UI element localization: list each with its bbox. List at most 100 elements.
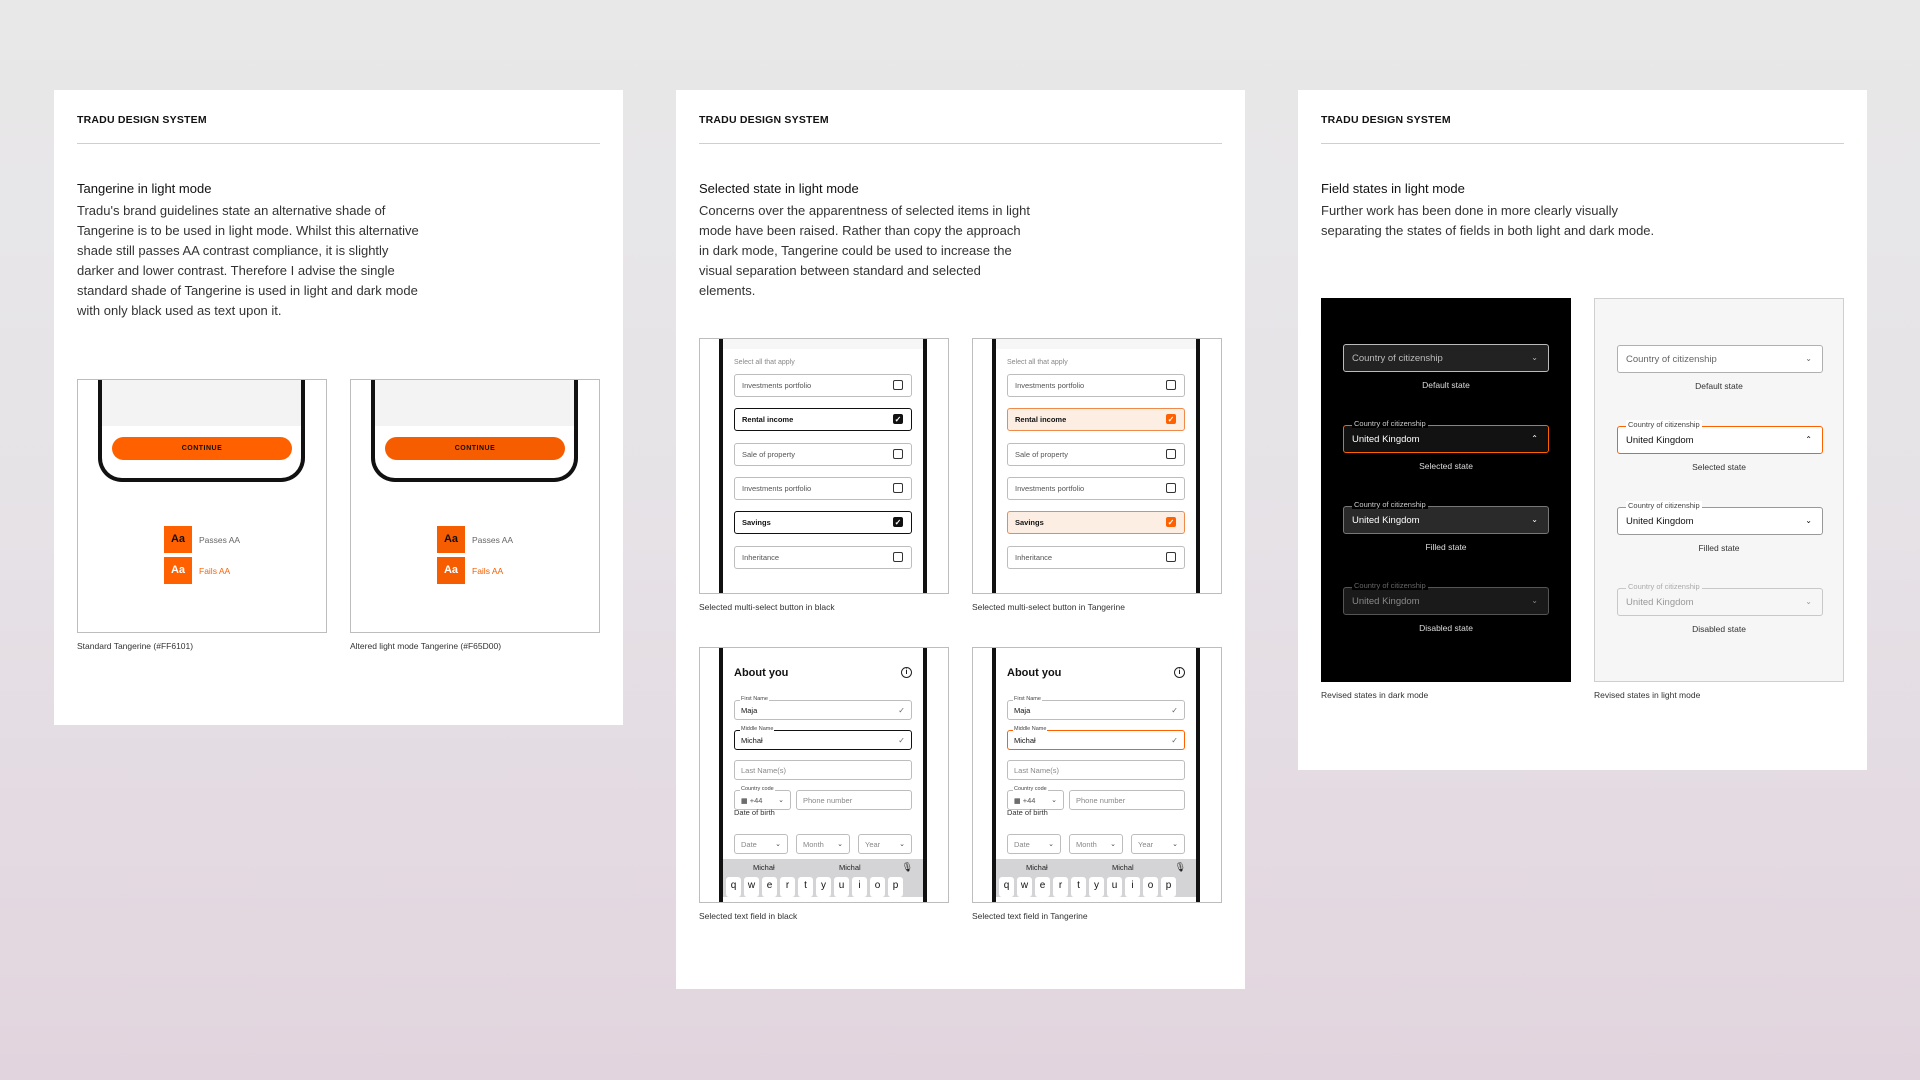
info-icon[interactable]: i [901, 667, 912, 678]
key-w[interactable]: w [744, 877, 759, 897]
checkbox[interactable] [893, 552, 903, 562]
key-i[interactable]: i [1125, 877, 1140, 897]
first-name-field[interactable]: First Name Maja ✓ [734, 696, 912, 720]
key-o[interactable]: o [870, 877, 885, 897]
checkbox[interactable] [1166, 552, 1176, 562]
keyboard-suggestions: Michał Michal 🎙 [996, 859, 1196, 877]
country-field-selected[interactable]: Country of citizenship United Kingdom ⌃ [1617, 420, 1823, 454]
country-field-default[interactable]: Country of citizenship ⌄ [1617, 345, 1823, 373]
option-investments-portfolio[interactable]: Investments portfolio [734, 374, 912, 397]
suggestion[interactable]: Michał [753, 863, 775, 872]
key-p[interactable]: p [888, 877, 903, 897]
phone-number-field[interactable]: Phone number [796, 790, 912, 810]
option-investments-portfolio-2[interactable]: Investments portfolio [1007, 477, 1185, 500]
continue-button[interactable]: CONTINUE [112, 437, 292, 460]
country-field-selected[interactable]: Country of citizenship United Kingdom ⌃ [1343, 419, 1549, 453]
continue-button[interactable]: CONTINUE [385, 437, 565, 460]
option-label: Inheritance [742, 553, 780, 562]
checkbox[interactable] [1166, 380, 1176, 390]
checkbox[interactable] [1166, 483, 1176, 493]
month-select[interactable]: Month ⌄ [1069, 834, 1123, 854]
key-t[interactable]: t [798, 877, 813, 897]
checkbox[interactable] [1166, 449, 1176, 459]
option-investments-portfolio[interactable]: Investments portfolio [1007, 374, 1185, 397]
date-select[interactable]: Date ⌄ [734, 834, 788, 854]
date-select[interactable]: Date ⌄ [1007, 834, 1061, 854]
key-t[interactable]: t [1071, 877, 1086, 897]
key-i[interactable]: i [852, 877, 867, 897]
state-label: Selected state [1419, 461, 1473, 471]
field-label: Middle Name [1013, 726, 1048, 733]
country-field-filled[interactable]: Country of citizenship United Kingdom ⌄ [1617, 501, 1823, 535]
key-q[interactable]: q [726, 877, 741, 897]
field-label: Country code [1013, 786, 1048, 793]
suggestion[interactable]: Michal [1112, 863, 1134, 872]
year-select[interactable]: Year ⌄ [1131, 834, 1185, 854]
key-u[interactable]: u [834, 877, 849, 897]
country-field-filled[interactable]: Country of citizenship United Kingdom ⌄ [1343, 500, 1549, 534]
section-title: Field states in light mode [1321, 181, 1465, 196]
suggestion[interactable]: Michal [839, 863, 861, 872]
checkbox-checked[interactable]: ✓ [1166, 517, 1176, 527]
middle-name-field[interactable]: Middle Name Michał ✓ [1007, 726, 1185, 750]
option-investments-portfolio-2[interactable]: Investments portfolio [734, 477, 912, 500]
checkbox[interactable] [893, 449, 903, 459]
check-icon: ✓ [898, 736, 905, 745]
info-icon[interactable]: i [1174, 667, 1185, 678]
key-e[interactable]: e [1035, 877, 1050, 897]
first-name-field[interactable]: First Name Maja ✓ [1007, 696, 1185, 720]
phone-screen-area [375, 380, 574, 426]
key-y[interactable]: y [1089, 877, 1104, 897]
country-field-default[interactable]: Country of citizenship ⌄ [1343, 344, 1549, 372]
caption-tf-tan: Selected text field in Tangerine [972, 911, 1088, 921]
key-y[interactable]: y [816, 877, 831, 897]
last-name-field[interactable]: Last Name(s) [1007, 760, 1185, 780]
phone-mockup: About you i First Name Maja ✓ Middle Name M… [992, 648, 1200, 902]
microphone-icon[interactable]: 🎙 [1175, 862, 1186, 873]
country-code-field[interactable]: Country code ▦ +44 ⌄ [1007, 786, 1064, 810]
last-name-field[interactable]: Last Name(s) [734, 760, 912, 780]
checkbox[interactable] [893, 380, 903, 390]
key-e[interactable]: e [762, 877, 777, 897]
option-sale-of-property[interactable]: Sale of property [734, 443, 912, 466]
divider [699, 143, 1222, 144]
checkbox-checked[interactable]: ✓ [893, 414, 903, 424]
card-tangerine-light-mode: TRADU DESIGN SYSTEM Tangerine in light m… [54, 90, 623, 725]
phone-screen-area [102, 380, 301, 426]
key-q[interactable]: q [999, 877, 1014, 897]
option-rental-income[interactable]: Rental income ✓ [734, 408, 912, 431]
checkbox-checked[interactable]: ✓ [1166, 414, 1176, 424]
key-r[interactable]: r [1053, 877, 1068, 897]
option-savings[interactable]: Savings ✓ [1007, 511, 1185, 534]
key-p[interactable]: p [1161, 877, 1176, 897]
key-o[interactable]: o [1143, 877, 1158, 897]
option-label: Rental income [742, 415, 794, 424]
chevron-down-icon: ⌄ [837, 841, 843, 848]
swatch-pass: Aa [164, 526, 192, 553]
chevron-up-icon: ⌃ [1531, 434, 1538, 443]
phone-number-field[interactable]: Phone number [1069, 790, 1185, 810]
key-u[interactable]: u [1107, 877, 1122, 897]
microphone-icon[interactable]: 🎙 [902, 862, 913, 873]
option-sale-of-property[interactable]: Sale of property [1007, 443, 1185, 466]
option-inheritance[interactable]: Inheritance [734, 546, 912, 569]
divider [1321, 143, 1844, 144]
option-rental-income[interactable]: Rental income ✓ [1007, 408, 1185, 431]
month-select[interactable]: Month ⌄ [796, 834, 850, 854]
middle-name-field[interactable]: Middle Name Michał ✓ [734, 726, 912, 750]
field-value: Michał [1014, 736, 1036, 745]
chevron-down-icon: ⌄ [1531, 596, 1538, 605]
year-select[interactable]: Year ⌄ [858, 834, 912, 854]
suggestion[interactable]: Michał [1026, 863, 1048, 872]
option-label: Investments portfolio [742, 381, 812, 390]
aa-pass-row: Aa Passes AA [164, 526, 240, 553]
checkbox[interactable] [893, 483, 903, 493]
state-label: Selected state [1692, 462, 1746, 472]
country-code-field[interactable]: Country code ▦ +44 ⌄ [734, 786, 791, 810]
caption-tf-black: Selected text field in black [699, 911, 798, 921]
key-w[interactable]: w [1017, 877, 1032, 897]
option-inheritance[interactable]: Inheritance [1007, 546, 1185, 569]
checkbox-checked[interactable]: ✓ [893, 517, 903, 527]
key-r[interactable]: r [780, 877, 795, 897]
option-savings[interactable]: Savings ✓ [734, 511, 912, 534]
